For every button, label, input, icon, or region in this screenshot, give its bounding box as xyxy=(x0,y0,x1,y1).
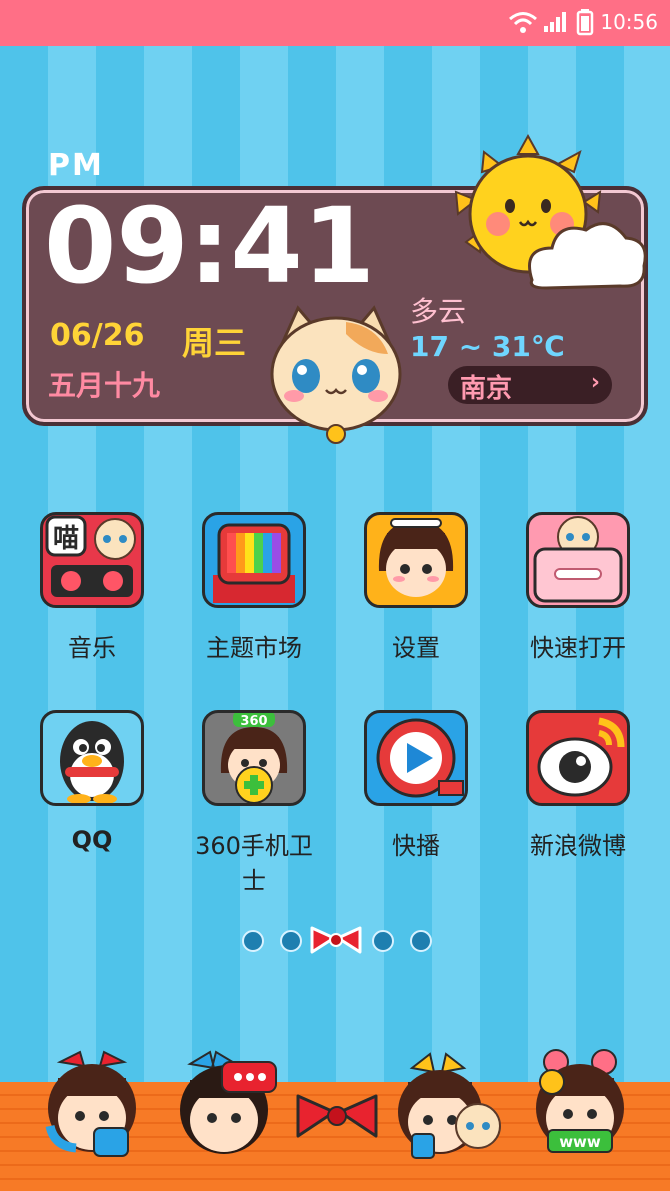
browser-badge-text: www xyxy=(559,1133,601,1151)
status-time: 10:56 xyxy=(600,10,658,34)
quick-open-cat-icon xyxy=(526,512,630,608)
page-indicator[interactable] xyxy=(240,926,440,956)
chevron-right-icon: › xyxy=(590,370,600,395)
contacts-girl-icon[interactable] xyxy=(394,1050,506,1162)
clock-time[interactable]: 09:41 xyxy=(44,194,375,298)
music-badge-text: 喵 xyxy=(53,524,79,554)
signal-icon xyxy=(544,12,566,32)
music-cassette-icon: 喵 xyxy=(40,512,144,608)
weekday-label: 周三 xyxy=(182,324,247,362)
app-label: QQ xyxy=(71,826,113,854)
app-360-security[interactable]: 360 360手机卫士 xyxy=(184,710,324,896)
app-theme-market[interactable]: 主题市场 xyxy=(184,512,324,663)
app-qvod[interactable]: 快播 xyxy=(346,710,486,861)
city-selector[interactable]: 南京 › xyxy=(448,366,612,404)
app-label: 设置 xyxy=(392,634,440,662)
app-label: 主题市场 xyxy=(206,634,302,662)
page-dot[interactable] xyxy=(372,930,394,952)
cat-mascot-icon xyxy=(270,305,402,444)
city-name: 南京 xyxy=(460,374,513,404)
battery-icon xyxy=(576,9,594,36)
app-drawer-bow-icon[interactable] xyxy=(296,1092,378,1140)
app-qq[interactable]: QQ xyxy=(22,710,162,854)
app-label: 快速打开 xyxy=(530,634,626,662)
qq-penguin-icon xyxy=(40,710,144,806)
app-quick-open[interactable]: 快速打开 xyxy=(508,512,648,663)
page-dot[interactable] xyxy=(280,930,302,952)
weibo-eye-icon xyxy=(526,710,630,806)
status-bar: 10:56 xyxy=(0,0,670,46)
app-weibo[interactable]: 新浪微博 xyxy=(508,710,648,861)
qvod-play-icon xyxy=(364,710,468,806)
wifi-icon xyxy=(509,12,537,33)
app-label: 360手机卫士 xyxy=(195,832,313,895)
browser-girl-icon[interactable]: www xyxy=(528,1048,632,1160)
phone-girl-icon[interactable] xyxy=(40,1048,144,1160)
app-label: 快播 xyxy=(392,832,440,860)
messages-girl-icon[interactable] xyxy=(176,1048,286,1160)
lunar-date-label: 五月十九 xyxy=(48,369,161,402)
page-dot[interactable] xyxy=(242,930,264,952)
settings-girl-icon xyxy=(364,512,468,608)
sun-cloud-weather-icon xyxy=(454,133,647,290)
weather-condition: 多云 xyxy=(410,295,467,328)
security-360-icon: 360 xyxy=(202,710,306,806)
page-dot[interactable] xyxy=(410,930,432,952)
ampm-label: PM xyxy=(48,148,104,183)
app-label: 音乐 xyxy=(68,634,116,662)
app-music[interactable]: 喵 音乐 xyxy=(22,512,162,663)
security-badge-text: 360 xyxy=(240,714,267,729)
temperature-range: 17 ~ 31℃ xyxy=(410,330,565,363)
date-label: 06/26 xyxy=(50,318,145,353)
app-settings[interactable]: 设置 xyxy=(346,512,486,663)
app-label: 新浪微博 xyxy=(530,832,626,860)
theme-tv-icon xyxy=(202,512,306,608)
current-page-bow-icon[interactable] xyxy=(310,924,362,956)
